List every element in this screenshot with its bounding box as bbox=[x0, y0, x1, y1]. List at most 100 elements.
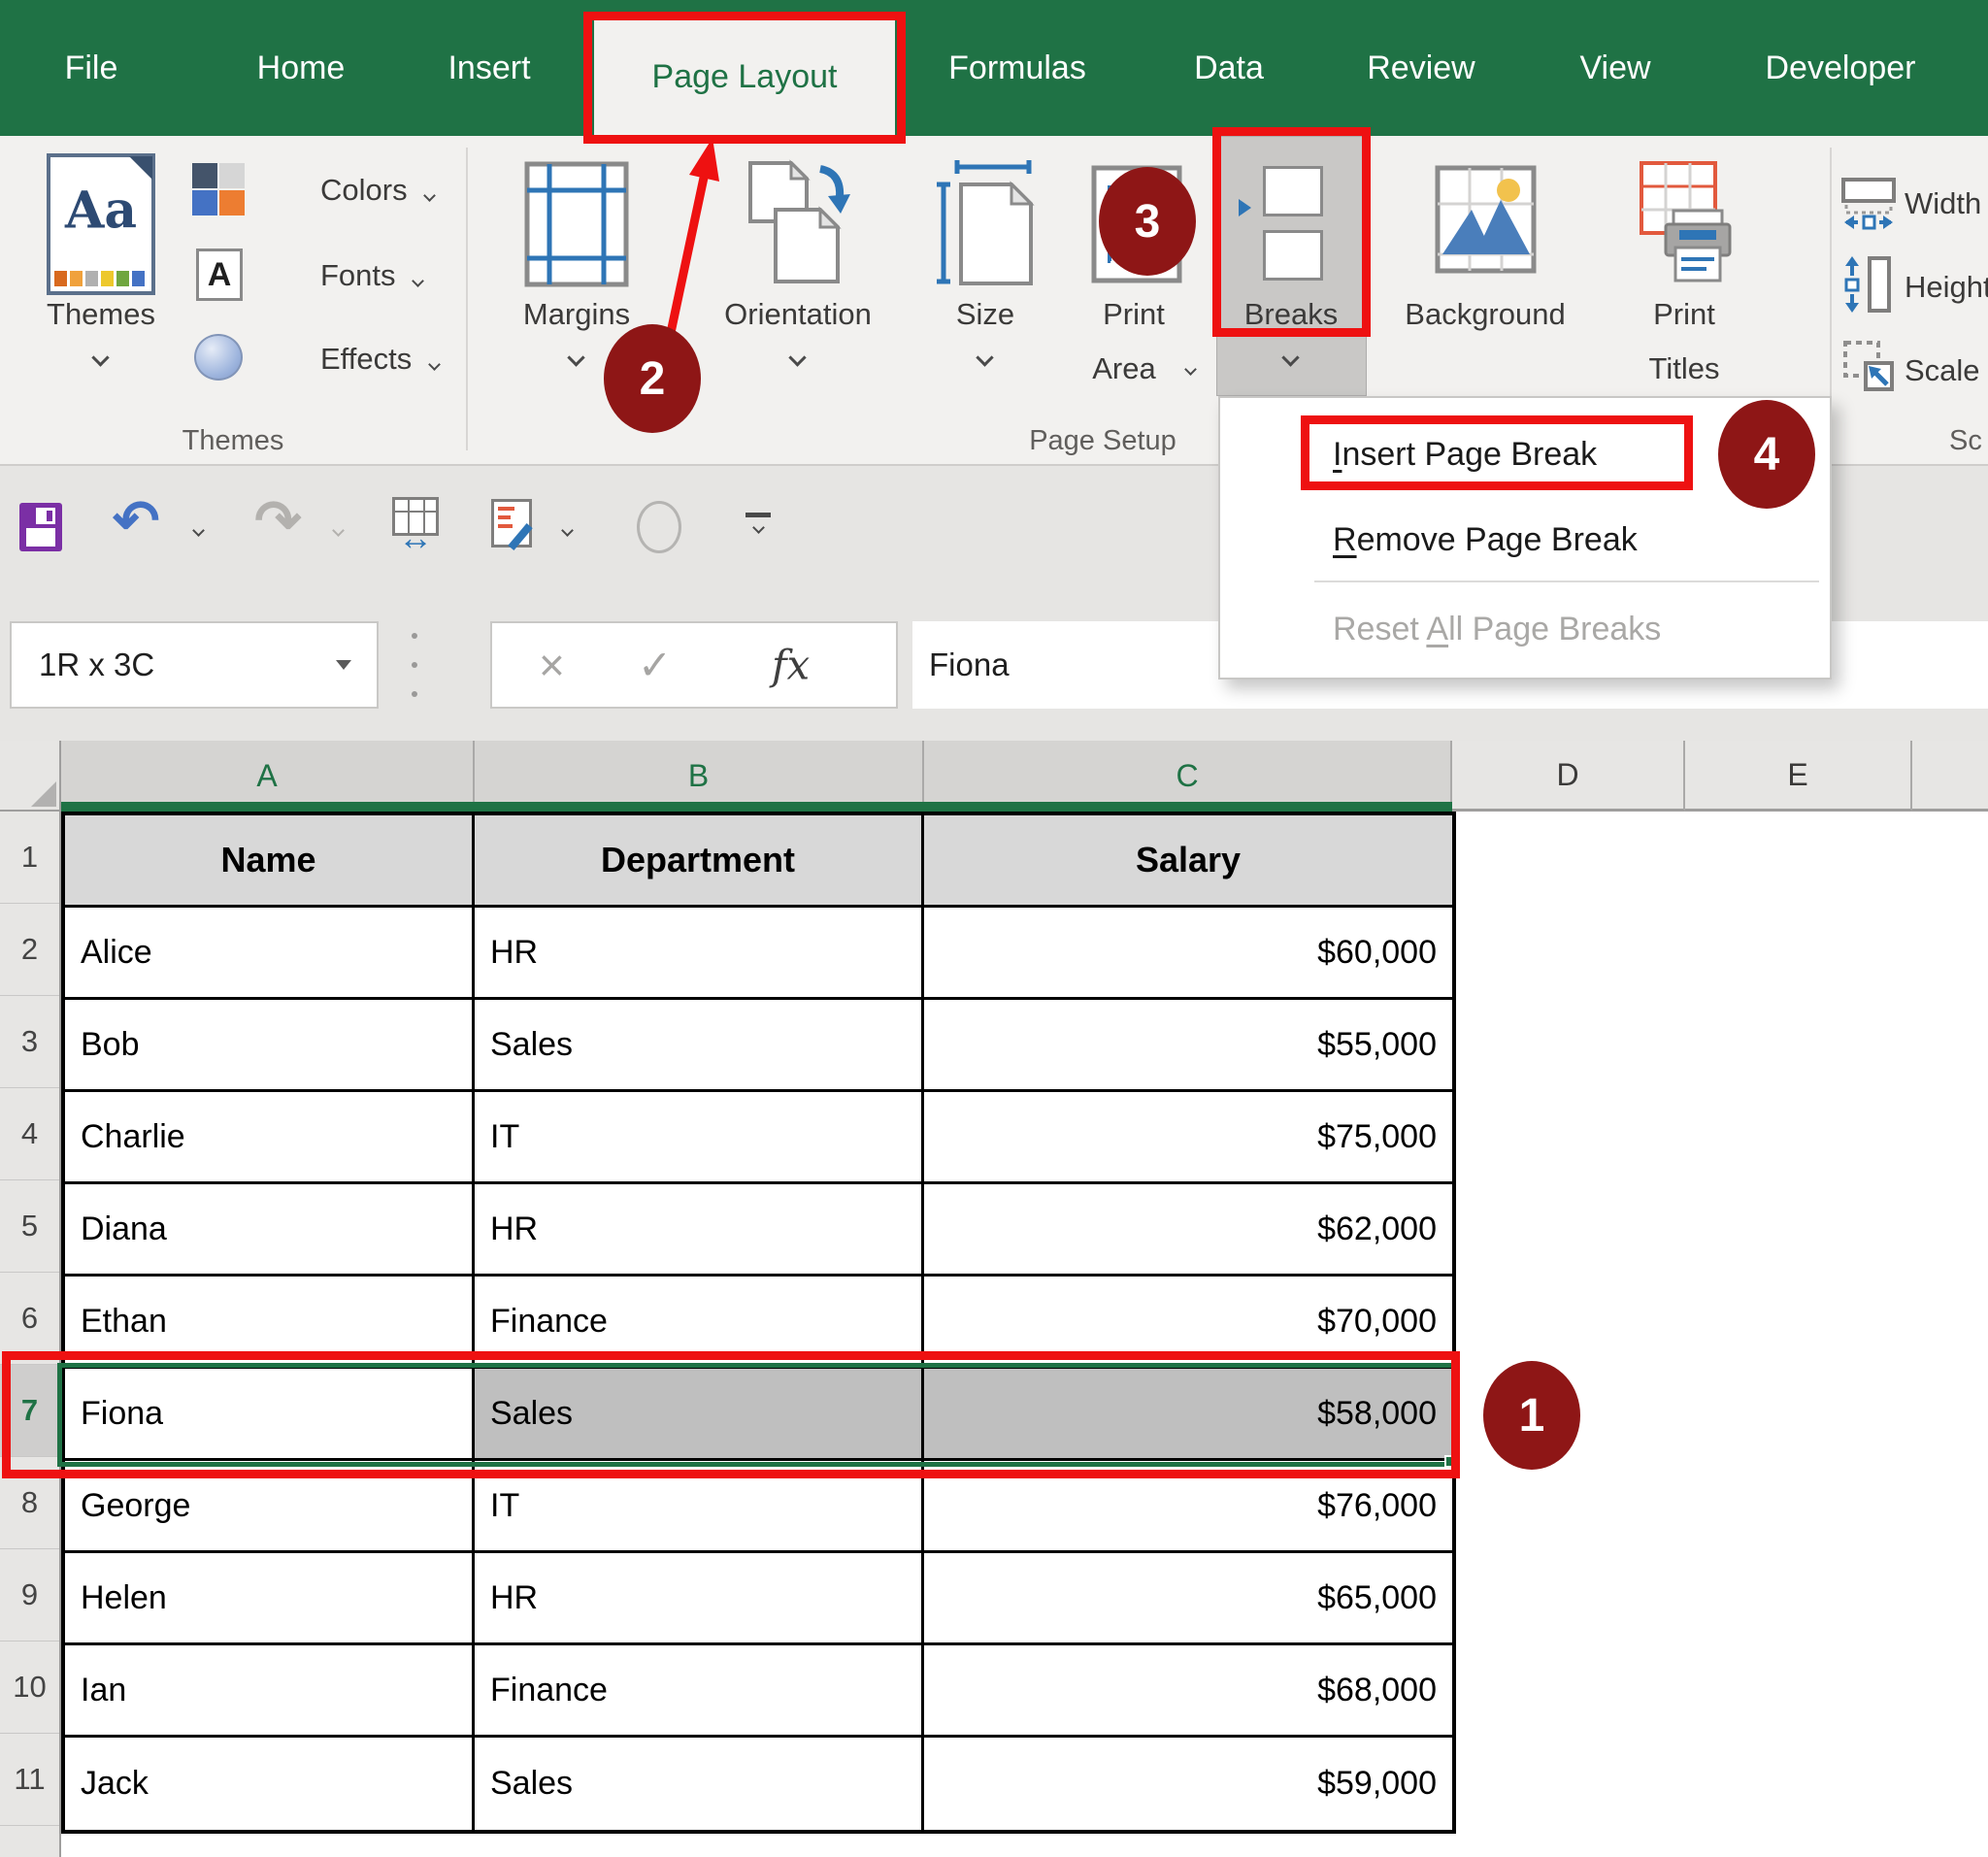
cell-b4[interactable]: IT bbox=[475, 1092, 924, 1181]
cell-a2[interactable]: Alice bbox=[65, 908, 475, 997]
redo-button[interactable]: ↷ bbox=[254, 493, 302, 549]
themes-dropdown-chevron[interactable] bbox=[91, 348, 110, 369]
tab-data[interactable]: Data bbox=[1194, 0, 1264, 136]
fit-column-width-icon: ↔ bbox=[392, 497, 439, 557]
tab-file[interactable]: File bbox=[65, 0, 118, 136]
width-button[interactable]: Width bbox=[1905, 186, 1981, 221]
row-header-1[interactable]: 1 bbox=[0, 812, 59, 904]
print-area-button-line2[interactable]: Area bbox=[1092, 351, 1155, 386]
margins-button[interactable]: Margins bbox=[523, 297, 630, 332]
excel-window: File Home Insert Page Layout Formulas Da… bbox=[0, 0, 1988, 1857]
cell-b10[interactable]: Finance bbox=[475, 1645, 924, 1735]
column-header-e[interactable]: E bbox=[1685, 741, 1912, 812]
breaks-chevron[interactable] bbox=[1281, 348, 1300, 369]
row-header-9[interactable]: 9 bbox=[0, 1549, 59, 1641]
tab-developer[interactable]: Developer bbox=[1766, 0, 1916, 136]
save-button[interactable] bbox=[19, 503, 62, 551]
cancel-icon[interactable]: × bbox=[539, 639, 565, 691]
cell-c10[interactable]: $68,000 bbox=[924, 1645, 1452, 1735]
cell-b3[interactable]: Sales bbox=[475, 1000, 924, 1089]
cell-a1[interactable]: Name bbox=[65, 815, 475, 905]
cell-a3[interactable]: Bob bbox=[65, 1000, 475, 1089]
formula-bar-resize-handle[interactable] bbox=[412, 633, 417, 697]
background-button[interactable]: Background bbox=[1405, 297, 1565, 332]
print-area-button-line1[interactable]: Print bbox=[1103, 297, 1165, 332]
insert-function-icon[interactable]: fx bbox=[772, 642, 810, 689]
size-chevron[interactable] bbox=[976, 348, 994, 369]
themes-aa-icon: Aa bbox=[64, 181, 138, 241]
themes-button[interactable]: Aa bbox=[47, 153, 155, 295]
column-header-d[interactable]: D bbox=[1452, 741, 1685, 812]
name-box[interactable]: 1R x 3C bbox=[10, 621, 379, 709]
step-badge-1: 1 bbox=[1483, 1361, 1580, 1470]
tab-view[interactable]: View bbox=[1579, 0, 1650, 136]
highlight-box-row7 bbox=[2, 1351, 1460, 1478]
cell-a9[interactable]: Helen bbox=[65, 1553, 475, 1642]
cell-b5[interactable]: HR bbox=[475, 1184, 924, 1274]
cell-b11[interactable]: Sales bbox=[475, 1738, 924, 1830]
highlight-box-page-layout-tab bbox=[583, 12, 906, 144]
tab-home[interactable]: Home bbox=[257, 0, 346, 136]
row-header-5[interactable]: 5 bbox=[0, 1180, 59, 1273]
tab-formulas[interactable]: Formulas bbox=[948, 0, 1086, 136]
cell-b1[interactable]: Department bbox=[475, 815, 924, 905]
select-all-corner[interactable] bbox=[0, 741, 61, 812]
cell-a11[interactable]: Jack bbox=[65, 1738, 475, 1830]
undo-dropdown-chevron[interactable] bbox=[192, 522, 205, 540]
row-header-2[interactable]: 2 bbox=[0, 904, 59, 996]
cell-c1[interactable]: Salary bbox=[924, 815, 1452, 905]
cell-c3[interactable]: $55,000 bbox=[924, 1000, 1452, 1089]
edit-form-button[interactable] bbox=[491, 499, 533, 551]
page-setup-group-label: Page Setup bbox=[1029, 425, 1176, 456]
menu-item-reset-all-page-breaks: Reset All Page Breaks bbox=[1333, 610, 1662, 647]
formula-bar-buttons: × ✓ fx bbox=[490, 621, 898, 709]
cell-c2[interactable]: $60,000 bbox=[924, 908, 1452, 997]
scale-button[interactable]: Scale bbox=[1905, 353, 1980, 388]
cell-c4[interactable]: $75,000 bbox=[924, 1092, 1452, 1181]
redo-icon: ↷ bbox=[254, 489, 302, 552]
name-box-dropdown-icon[interactable] bbox=[336, 660, 351, 670]
highlight-box-breaks-button bbox=[1212, 127, 1371, 337]
column-header-f-partial[interactable] bbox=[1912, 741, 1988, 812]
enter-icon[interactable]: ✓ bbox=[638, 642, 672, 689]
row-header-3[interactable]: 3 bbox=[0, 996, 59, 1088]
cell-b9[interactable]: HR bbox=[475, 1553, 924, 1642]
redo-dropdown-chevron[interactable] bbox=[332, 522, 345, 540]
fit-column-width-button[interactable]: ↔ bbox=[392, 497, 439, 557]
print-titles-icon bbox=[1639, 160, 1736, 291]
themes-group-label: Themes bbox=[182, 425, 284, 456]
height-icon bbox=[1840, 254, 1895, 319]
background-icon bbox=[1435, 165, 1537, 284]
row-header-4[interactable]: 4 bbox=[0, 1088, 59, 1180]
orientation-chevron[interactable] bbox=[788, 348, 807, 369]
cell-c5[interactable]: $62,000 bbox=[924, 1184, 1452, 1274]
fonts-button[interactable]: Fonts bbox=[320, 258, 425, 293]
cell-c9[interactable]: $65,000 bbox=[924, 1553, 1452, 1642]
tab-insert[interactable]: Insert bbox=[447, 0, 530, 136]
edit-form-dropdown-chevron[interactable] bbox=[561, 522, 574, 540]
print-titles-button-line1[interactable]: Print bbox=[1653, 297, 1715, 332]
menu-item-remove-page-break[interactable]: Remove Page Break bbox=[1333, 511, 1638, 569]
colors-button[interactable]: Colors bbox=[320, 173, 437, 208]
row-header-10[interactable]: 10 bbox=[0, 1641, 59, 1734]
cell-a10[interactable]: Ian bbox=[65, 1645, 475, 1735]
selected-columns-underline bbox=[61, 802, 1452, 812]
print-titles-button-line2[interactable]: Titles bbox=[1649, 351, 1720, 386]
tab-review[interactable]: Review bbox=[1367, 0, 1474, 136]
step-badge-3: 3 bbox=[1099, 167, 1196, 276]
customize-quick-access-toolbar-button[interactable] bbox=[746, 513, 771, 534]
print-area-chevron[interactable] bbox=[1184, 361, 1197, 379]
size-button[interactable]: Size bbox=[956, 297, 1014, 332]
effects-button[interactable]: Effects bbox=[320, 342, 441, 377]
cell-c11[interactable]: $59,000 bbox=[924, 1738, 1452, 1830]
height-button[interactable]: Height bbox=[1905, 270, 1988, 305]
cell-a5[interactable]: Diana bbox=[65, 1184, 475, 1274]
cell-b2[interactable]: HR bbox=[475, 908, 924, 997]
cell-a4[interactable]: Charlie bbox=[65, 1092, 475, 1181]
margins-chevron[interactable] bbox=[567, 348, 585, 369]
width-icon bbox=[1840, 177, 1897, 236]
undo-button[interactable]: ↶ bbox=[113, 493, 160, 549]
orientation-button[interactable]: Orientation bbox=[724, 297, 872, 332]
row-header-11[interactable]: 11 bbox=[0, 1734, 59, 1826]
row-headers: 1 2 3 4 5 6 7 8 9 10 11 bbox=[0, 812, 61, 1857]
